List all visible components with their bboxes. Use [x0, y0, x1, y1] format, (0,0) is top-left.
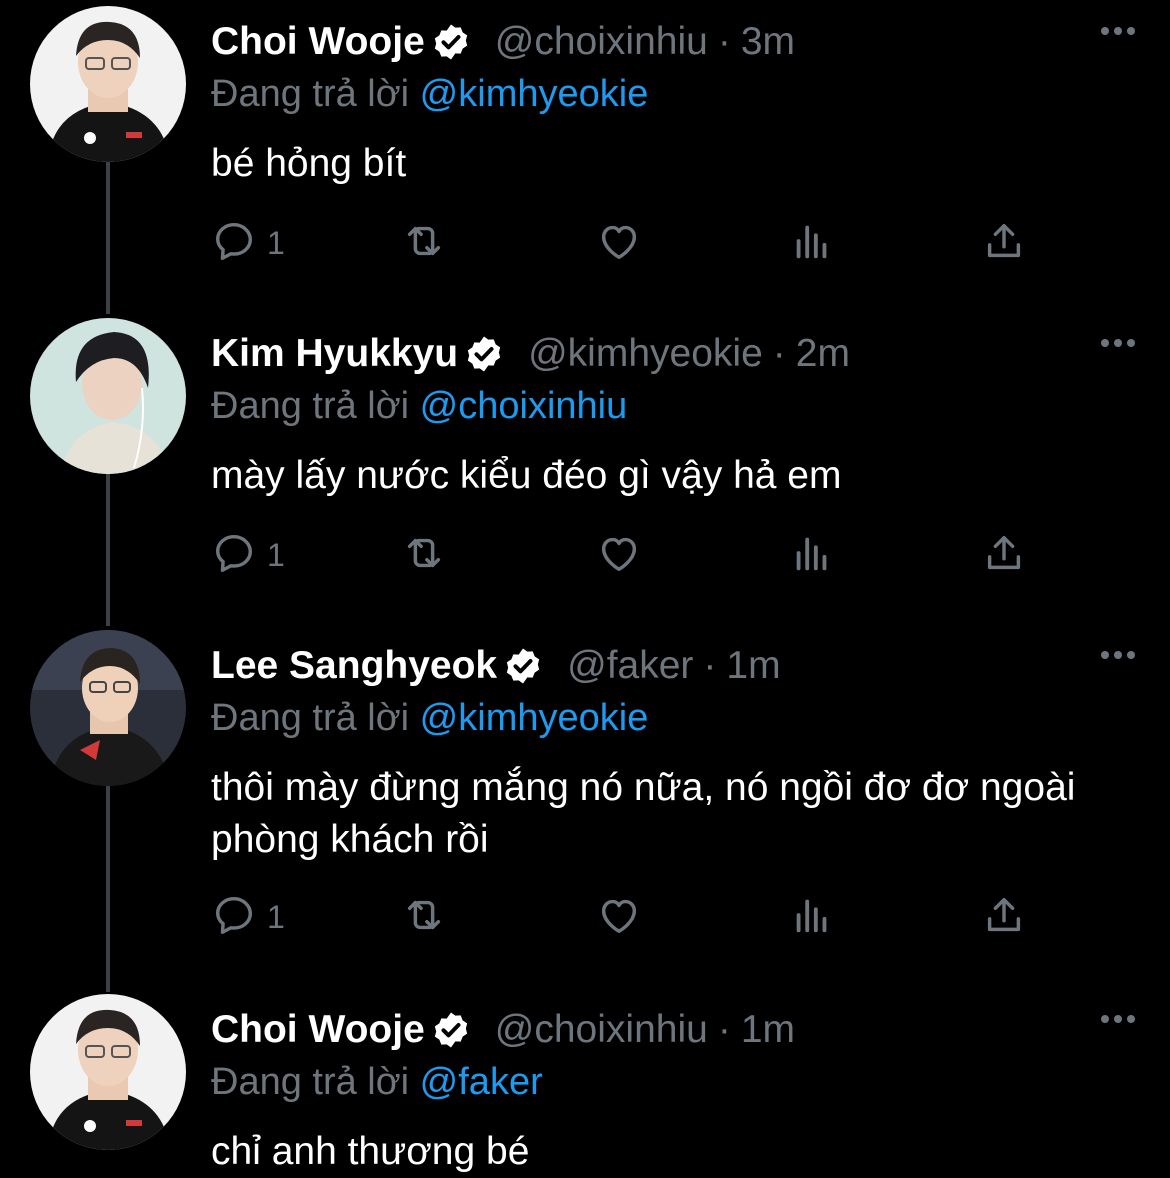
thread-line: [106, 160, 110, 314]
like-button[interactable]: [596, 218, 642, 268]
reply-icon: [211, 892, 257, 943]
views-icon: [789, 218, 835, 269]
reply-target-link[interactable]: @choixinhiu: [420, 385, 628, 427]
like-icon: [596, 530, 642, 581]
user-handle[interactable]: @kimhyeokie: [528, 332, 763, 376]
share-icon: [981, 892, 1027, 943]
tweet-text: chỉ anh thương bé: [211, 1130, 530, 1173]
avatar[interactable]: [30, 994, 186, 1150]
tweet-actions: 1: [211, 530, 1041, 580]
reply-target-link[interactable]: @kimhyeokie: [420, 73, 649, 115]
tweet-actions: 1: [211, 218, 1041, 268]
reply-count: 1: [267, 898, 285, 935]
replying-to: Đang trả lời @kimhyeokie: [211, 696, 648, 740]
user-handle[interactable]: @choixinhiu: [495, 20, 708, 64]
tweet-header: Lee Sanghyeok @faker · 1m: [211, 644, 781, 688]
share-icon: [981, 218, 1027, 269]
reply-icon: [211, 218, 257, 269]
reply-prefix: Đang trả lời: [211, 1061, 410, 1103]
reply-button[interactable]: 1: [211, 892, 285, 942]
display-name[interactable]: Lee Sanghyeok: [211, 644, 497, 688]
tweet-text: mày lấy nước kiểu đéo gì vậy hả em: [211, 454, 842, 497]
like-button[interactable]: [596, 530, 642, 580]
retweet-button[interactable]: [401, 530, 447, 580]
thread-line: [106, 472, 110, 626]
tweet-header: Choi Wooje @choixinhiu · 3m: [211, 20, 795, 64]
replying-to: Đang trả lời @choixinhiu: [211, 384, 627, 428]
reply-count: 1: [267, 536, 285, 573]
display-name[interactable]: Choi Wooje: [211, 1008, 425, 1052]
retweet-icon: [401, 218, 447, 269]
reply-button[interactable]: 1: [211, 530, 285, 580]
share-button[interactable]: [981, 892, 1027, 942]
more-horizontal-icon[interactable]: [1098, 16, 1138, 46]
views-icon: [789, 892, 835, 943]
views-button[interactable]: [789, 530, 835, 580]
views-button[interactable]: [789, 892, 835, 942]
reply-icon: [211, 530, 257, 581]
retweet-button[interactable]: [401, 892, 447, 942]
separator-dot: ·: [717, 1008, 731, 1051]
separator-dot: ·: [717, 20, 731, 63]
retweet-icon: [401, 892, 447, 943]
reply-target-link[interactable]: @faker: [420, 1061, 543, 1103]
views-icon: [789, 530, 835, 581]
tweet-text: thôi mày đừng mắng nó nữa, nó ngồi đơ đơ…: [211, 766, 1076, 861]
timestamp[interactable]: 3m: [741, 20, 795, 64]
like-icon: [596, 218, 642, 269]
thread-line: [106, 784, 110, 992]
timestamp[interactable]: 1m: [741, 1008, 795, 1052]
like-icon: [596, 892, 642, 943]
reply-prefix: Đang trả lời: [211, 385, 410, 427]
reply-prefix: Đang trả lời: [211, 73, 410, 115]
separator-dot: ·: [703, 644, 717, 687]
reply-prefix: Đang trả lời: [211, 697, 410, 739]
like-button[interactable]: [596, 892, 642, 942]
verified-badge-icon: [431, 1010, 471, 1050]
user-handle[interactable]: @choixinhiu: [495, 1008, 708, 1052]
reply-target-link[interactable]: @kimhyeokie: [420, 697, 649, 739]
views-button[interactable]: [789, 218, 835, 268]
avatar[interactable]: [30, 630, 186, 786]
display-name[interactable]: Kim Hyukkyu: [211, 332, 458, 376]
tweet-actions: 1: [211, 892, 1041, 942]
more-horizontal-icon[interactable]: [1098, 640, 1138, 670]
verified-badge-icon: [431, 22, 471, 62]
replying-to: Đang trả lời @faker: [211, 1060, 543, 1104]
verified-badge-icon: [464, 334, 504, 374]
reply-button[interactable]: 1: [211, 218, 285, 268]
more-horizontal-icon[interactable]: [1098, 328, 1138, 358]
user-handle[interactable]: @faker: [567, 644, 693, 688]
display-name[interactable]: Choi Wooje: [211, 20, 425, 64]
share-button[interactable]: [981, 218, 1027, 268]
share-button[interactable]: [981, 530, 1027, 580]
more-horizontal-icon[interactable]: [1098, 1004, 1138, 1034]
retweet-icon: [401, 530, 447, 581]
tweet-text: bé hỏng bít: [211, 142, 407, 185]
timestamp[interactable]: 1m: [726, 644, 780, 688]
replying-to: Đang trả lời @kimhyeokie: [211, 72, 648, 116]
avatar[interactable]: [30, 318, 186, 474]
separator-dot: ·: [772, 332, 786, 375]
timestamp[interactable]: 2m: [796, 332, 850, 376]
tweet-header: Kim Hyukkyu @kimhyeokie · 2m: [211, 332, 850, 376]
reply-count: 1: [267, 224, 285, 261]
retweet-button[interactable]: [401, 218, 447, 268]
tweet-header: Choi Wooje @choixinhiu · 1m: [211, 1008, 795, 1052]
share-icon: [981, 530, 1027, 581]
avatar[interactable]: [30, 6, 186, 162]
verified-badge-icon: [503, 646, 543, 686]
